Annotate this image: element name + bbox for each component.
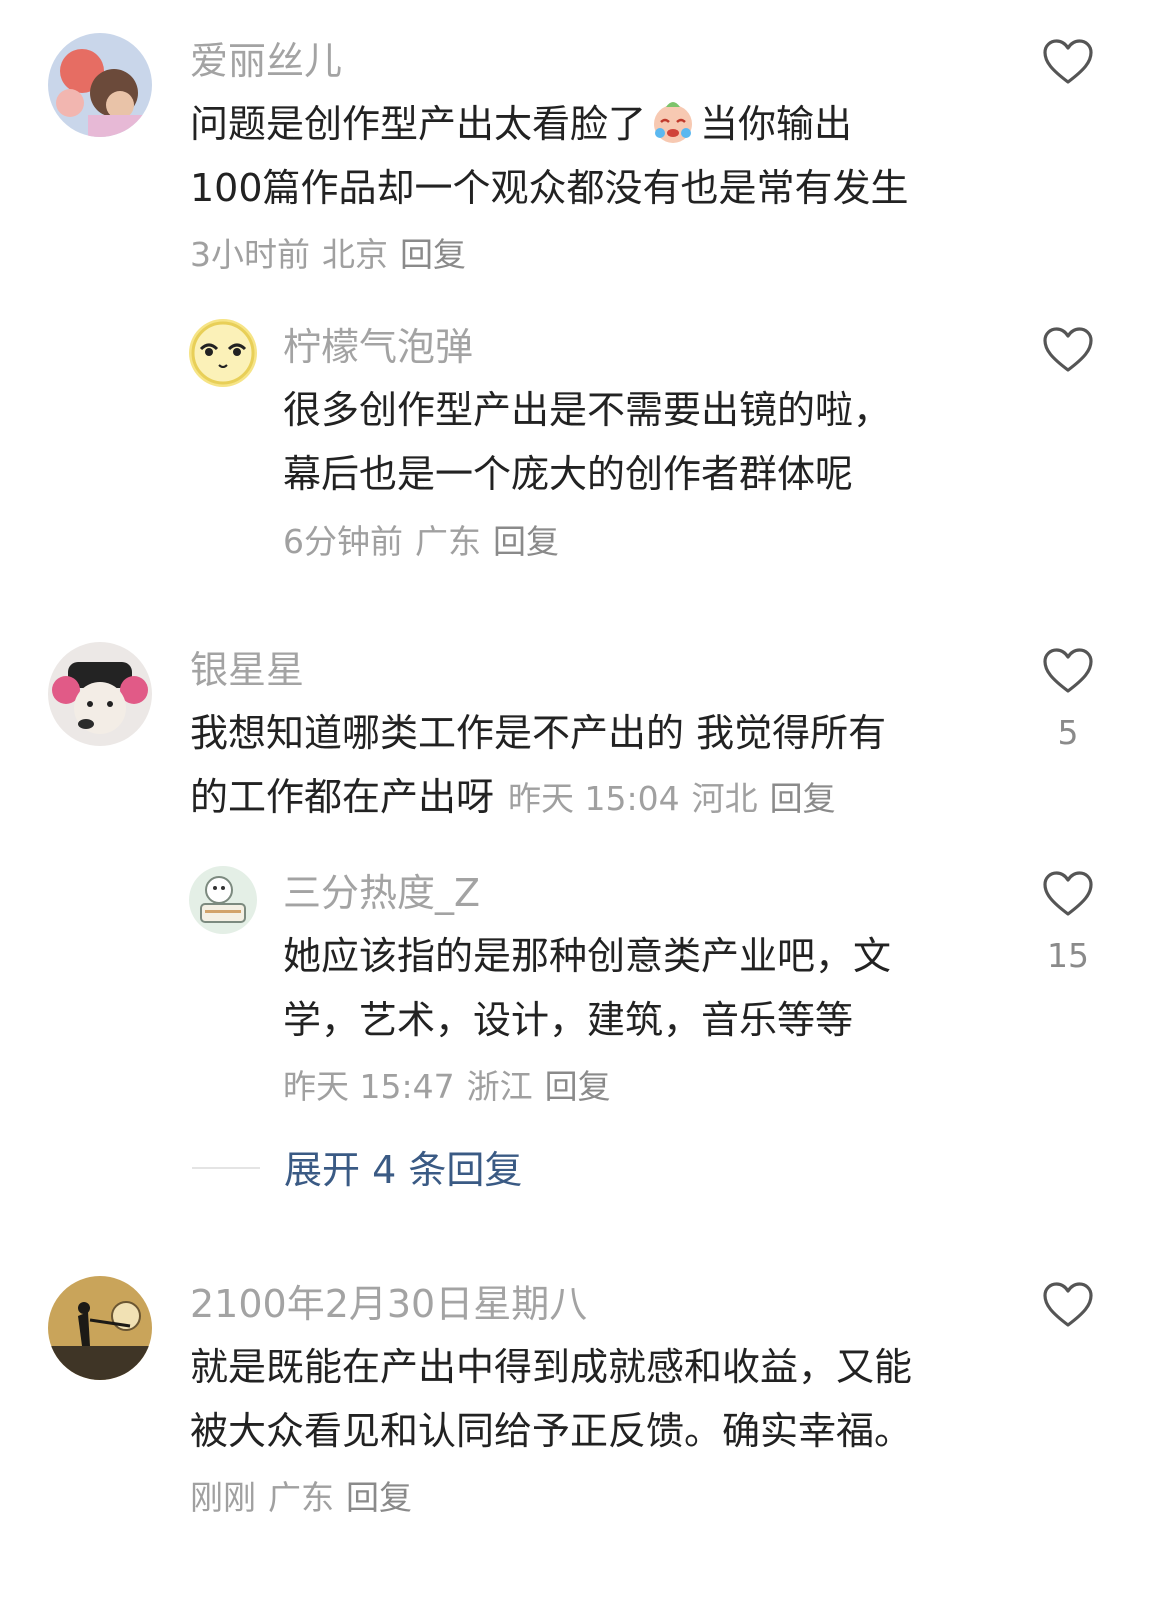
- heart-outline-icon: [1043, 871, 1093, 916]
- like-button[interactable]: 5: [1038, 647, 1098, 752]
- comment-text: 问题是创作型产出太看脸了 当你输出 100篇作品却一个观众都没有也是常有发生: [190, 92, 909, 220]
- like-count: 15: [1047, 936, 1089, 975]
- comment-meta: 刚刚 广东 回复: [190, 1481, 424, 1514]
- comment-time: 6分钟前: [283, 522, 403, 561]
- heart-outline-icon: [1043, 1282, 1093, 1327]
- divider: [192, 1167, 260, 1169]
- comment-text-line: 被大众看见和认同给予正反馈。确实幸福。: [190, 1409, 913, 1453]
- avatar[interactable]: [189, 319, 257, 387]
- comment-meta: 昨天 15:04 河北 回复: [508, 779, 848, 818]
- comment-text-line: 学，艺术，设计，建筑，音乐等等: [283, 998, 854, 1042]
- comment-text-line: 幕后也是一个庞大的创作者群体呢: [283, 452, 854, 496]
- comment-location: 广东: [415, 522, 481, 561]
- comment-text: 她应该指的是那种创意类产业吧，文 学，艺术，设计，建筑，音乐等等: [283, 924, 891, 1052]
- like-button[interactable]: [1038, 1281, 1098, 1329]
- comment-text: 很多创作型产出是不需要出镜的啦， 幕后也是一个庞大的创作者群体呢: [283, 378, 891, 506]
- avatar[interactable]: [48, 642, 152, 746]
- comment-text-line: 我想知道哪类工作是不产出的 我觉得所有: [190, 711, 887, 755]
- comment-time: 3小时前: [190, 235, 310, 274]
- reply-button[interactable]: 回复: [770, 779, 836, 818]
- reply-button[interactable]: 回复: [545, 1067, 611, 1106]
- expand-replies-label[interactable]: 展开 4 条回复: [284, 1145, 522, 1195]
- comment-text: 我想知道哪类工作是不产出的 我觉得所有 的工作都在产出呀 昨天 15:04 河北 回复: [190, 701, 886, 831]
- comment-text-segment: 当你输出: [700, 102, 853, 146]
- comment-text-segment: 问题是创作型产出太看脸了: [190, 102, 647, 146]
- comment-location: 浙江: [466, 1067, 533, 1106]
- comment-location: 北京: [322, 235, 388, 274]
- comment-author[interactable]: 爱丽丝儿: [190, 42, 342, 80]
- avatar[interactable]: [48, 1276, 152, 1380]
- avatar[interactable]: [48, 33, 152, 137]
- avatar[interactable]: [189, 866, 257, 934]
- heart-outline-icon: [1043, 327, 1093, 372]
- heart-outline-icon: [1043, 648, 1093, 693]
- comment-author[interactable]: 银星星: [190, 651, 304, 689]
- comment-text: 就是既能在产出中得到成就感和收益，又能 被大众看见和认同给予正反馈。确实幸福。: [190, 1335, 912, 1463]
- comment-text-line: 的工作都在产出呀: [190, 775, 495, 819]
- comment-time: 刚刚: [190, 1478, 256, 1517]
- comment-text-line: 100篇作品却一个观众都没有也是常有发生: [190, 166, 909, 210]
- reply-button[interactable]: 回复: [346, 1478, 412, 1517]
- comment-location: 广东: [268, 1478, 334, 1517]
- comment-meta: 6分钟前 广东 回复: [283, 525, 571, 558]
- like-button[interactable]: [1038, 38, 1098, 86]
- like-count: 5: [1057, 713, 1079, 752]
- comment-author[interactable]: 三分热度_Z: [283, 874, 480, 912]
- comment-author[interactable]: 2100年2月30日星期八: [190, 1285, 587, 1323]
- comment-location: 河北: [691, 779, 758, 818]
- comment-author[interactable]: 柠檬气泡弹: [283, 328, 473, 366]
- comment-time: 昨天 15:47: [283, 1067, 455, 1106]
- comment-text-line: 她应该指的是那种创意类产业吧，文: [283, 934, 892, 978]
- comment-text-line: 就是既能在产出中得到成就感和收益，又能: [190, 1345, 913, 1389]
- like-button[interactable]: [1038, 326, 1098, 374]
- crying-face-emoji-icon: [650, 99, 696, 145]
- reply-button[interactable]: 回复: [400, 235, 466, 274]
- comment-meta: 3小时前 北京 回复: [190, 238, 478, 271]
- comment-meta: 昨天 15:47 浙江 回复: [283, 1070, 623, 1103]
- comment-time: 昨天 15:04: [508, 779, 680, 818]
- reply-button[interactable]: 回复: [493, 522, 559, 561]
- heart-outline-icon: [1043, 39, 1093, 84]
- like-button[interactable]: 15: [1038, 870, 1098, 975]
- comment-text-line: 很多创作型产出是不需要出镜的啦，: [283, 388, 892, 432]
